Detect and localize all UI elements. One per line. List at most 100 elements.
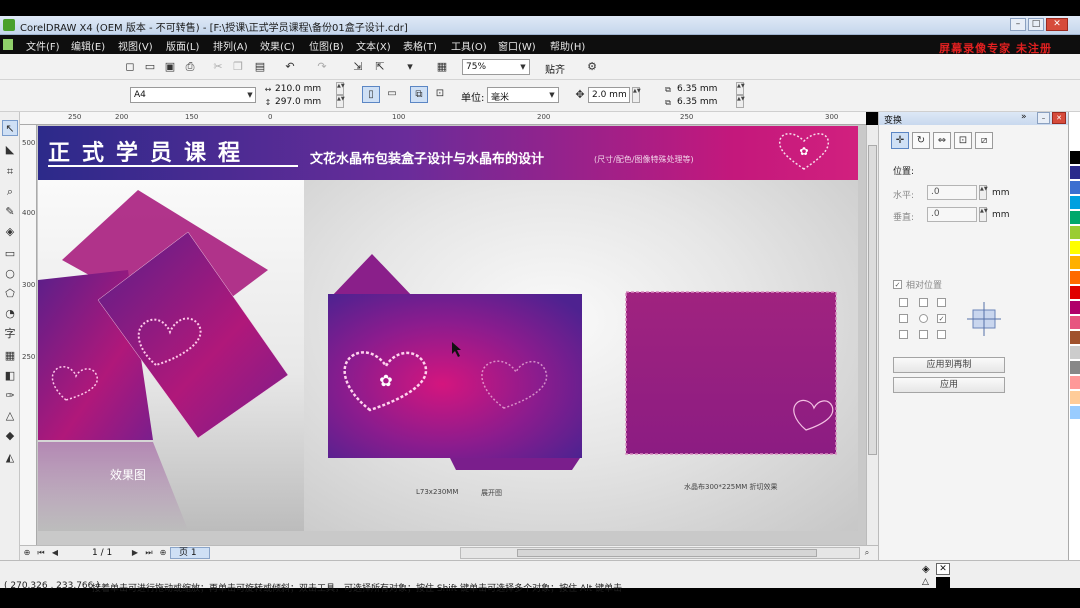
palette-swatch[interactable] <box>1070 151 1080 164</box>
vertical-scrollbar[interactable] <box>866 125 878 545</box>
palette-swatch[interactable] <box>1070 271 1080 284</box>
import-icon[interactable]: ⇲ <box>350 59 366 75</box>
no-fill-swatch-icon[interactable]: ✕ <box>936 563 950 575</box>
outline-tool-icon[interactable]: △ <box>2 408 18 424</box>
vertical-scroll-thumb[interactable] <box>868 145 877 455</box>
close-button[interactable]: ✕ <box>1046 18 1068 31</box>
drawing-canvas[interactable]: 正式学员课程 文花水晶布包装盒子设计与水晶布的设计 (尺寸/配色/图像特殊处理等… <box>37 125 866 545</box>
anchor-middle-left[interactable] <box>899 314 908 323</box>
snap-to-label[interactable]: 贴齐 <box>545 61 565 76</box>
palette-swatch[interactable] <box>1070 136 1080 149</box>
previous-page-button[interactable]: ◀ <box>50 547 60 559</box>
apply-to-duplicate-button[interactable]: 应用到再制 <box>893 357 1005 373</box>
horizontal-spinner[interactable]: ▲▼ <box>979 185 988 200</box>
ellipse-tool-icon[interactable]: ○ <box>2 266 18 282</box>
menu-file[interactable]: 文件(F) <box>26 38 60 53</box>
application-launcher-icon[interactable]: ▾ <box>402 59 418 75</box>
last-page-button[interactable]: ⏭ <box>144 547 154 559</box>
save-icon[interactable]: ▣ <box>162 59 178 75</box>
docker-minimize-button[interactable]: – <box>1037 112 1050 124</box>
page-height-field[interactable]: 297.0 mm <box>272 95 332 111</box>
menu-help[interactable]: 帮助(H) <box>550 38 585 53</box>
palette-swatch[interactable] <box>1070 331 1080 344</box>
document-icon[interactable] <box>3 39 13 50</box>
palette-swatch[interactable] <box>1070 166 1080 179</box>
anchor-bottom-right[interactable] <box>937 330 946 339</box>
zoom-dropdown-arrow[interactable]: ▼ <box>518 60 528 74</box>
title-banner[interactable]: 正式学员课程 文花水晶布包装盒子设计与水晶布的设计 (尺寸/配色/图像特殊处理等… <box>38 126 858 180</box>
palette-swatch[interactable] <box>1070 406 1080 419</box>
page-size-select[interactable]: A4 <box>130 87 256 103</box>
palette-swatch[interactable] <box>1070 376 1080 389</box>
menu-arrange[interactable]: 排列(A) <box>213 38 248 53</box>
options-icon[interactable]: ⚙ <box>584 59 600 75</box>
anchor-top-right[interactable] <box>937 298 946 307</box>
shape-tool-icon[interactable]: ◣ <box>2 142 18 158</box>
palette-swatch[interactable] <box>1070 196 1080 209</box>
page-size-dropdown-arrow[interactable]: ▼ <box>245 88 255 102</box>
docker-collapse-icon[interactable]: » <box>1021 112 1027 122</box>
unfold-layout-panel[interactable]: ✿ L73x230MM 展开图 水晶布300*225MM 折切效果 <box>304 180 858 531</box>
interactive-blend-tool-icon[interactable]: ◧ <box>2 368 18 384</box>
all-pages-button[interactable]: ⧉ <box>410 86 428 103</box>
paste-icon[interactable]: ▤ <box>252 59 268 75</box>
artwork-page[interactable]: 正式学员课程 文花水晶布包装盒子设计与水晶布的设计 (尺寸/配色/图像特殊处理等… <box>38 126 858 531</box>
eyedropper-tool-icon[interactable]: ✑ <box>2 388 18 404</box>
rotate-tab-icon[interactable]: ↻ <box>912 132 930 149</box>
table-tool-icon[interactable]: ▦ <box>2 348 18 364</box>
interactive-fill-tool-icon[interactable]: ◭ <box>2 450 18 466</box>
relative-position-checkbox[interactable]: ✓ <box>893 280 902 289</box>
palette-swatch[interactable] <box>1070 256 1080 269</box>
page-tab[interactable]: 页 1 <box>170 547 210 559</box>
menu-tools[interactable]: 工具(O) <box>451 38 487 53</box>
next-page-button[interactable]: ▶ <box>130 547 140 559</box>
menu-layout[interactable]: 版面(L) <box>166 38 199 53</box>
palette-swatch[interactable] <box>1070 241 1080 254</box>
outline-color-swatch[interactable] <box>936 577 950 588</box>
anchor-center[interactable] <box>919 314 928 323</box>
basic-shapes-tool-icon[interactable]: ◔ <box>2 306 18 322</box>
horizontal-scrollbar[interactable] <box>460 547 860 559</box>
skew-tab-icon[interactable]: ⧄ <box>975 132 993 149</box>
effect-preview-panel[interactable]: 效果图 <box>38 180 304 531</box>
crop-tool-icon[interactable]: ⌗ <box>2 164 18 180</box>
palette-swatch[interactable] <box>1070 301 1080 314</box>
duplicate-y-spinner[interactable]: ▲▼ <box>736 95 745 108</box>
vertical-ruler[interactable]: 500 400 300 250 <box>20 125 37 545</box>
palette-swatch[interactable] <box>1070 211 1080 224</box>
page-height-spinner[interactable]: ▲▼ <box>336 95 345 108</box>
vertical-spinner[interactable]: ▲▼ <box>979 207 988 222</box>
palette-swatch[interactable] <box>1070 346 1080 359</box>
palette-swatch[interactable] <box>1070 181 1080 194</box>
landscape-button[interactable]: ▭ <box>383 86 401 103</box>
menu-table[interactable]: 表格(T) <box>403 38 437 53</box>
anchor-top-left[interactable] <box>899 298 908 307</box>
minimize-button[interactable]: – <box>1010 18 1026 31</box>
export-icon[interactable]: ⇱ <box>372 59 388 75</box>
outline-indicator-icon[interactable]: △ <box>922 577 929 587</box>
maximize-button[interactable]: □ <box>1028 18 1044 31</box>
duplicate-y-field[interactable]: 6.35 mm <box>674 95 734 111</box>
current-page-button[interactable]: ⊡ <box>431 86 449 103</box>
nudge-distance-field[interactable]: 2.0 mm <box>588 87 630 103</box>
anchor-top-center[interactable] <box>919 298 928 307</box>
page-width-spinner[interactable]: ▲▼ <box>336 82 345 95</box>
palette-swatch[interactable] <box>1070 361 1080 374</box>
new-document-icon[interactable]: ◻ <box>122 59 138 75</box>
add-page-after-icon[interactable]: ⊕ <box>158 547 168 559</box>
fill-tool-icon[interactable]: ◆ <box>2 428 18 444</box>
menu-window[interactable]: 窗口(W) <box>498 38 536 53</box>
anchor-bottom-center[interactable] <box>919 330 928 339</box>
menu-bitmaps[interactable]: 位图(B) <box>309 38 344 53</box>
vertical-position-field[interactable]: .0 <box>927 207 977 222</box>
print-icon[interactable]: ⎙ <box>182 59 198 75</box>
zoom-tool-icon[interactable]: ⌕ <box>2 184 18 200</box>
menu-text[interactable]: 文本(X) <box>356 38 391 53</box>
units-dropdown-arrow[interactable]: ▼ <box>547 88 557 102</box>
menu-edit[interactable]: 编辑(E) <box>71 38 105 53</box>
add-page-icon[interactable]: ⊕ <box>22 547 32 559</box>
polygon-tool-icon[interactable]: ⬠ <box>2 286 18 302</box>
horizontal-position-field[interactable]: .0 <box>927 185 977 200</box>
portrait-button[interactable]: ▯ <box>362 86 380 103</box>
undo-icon[interactable]: ↶ <box>282 59 298 75</box>
